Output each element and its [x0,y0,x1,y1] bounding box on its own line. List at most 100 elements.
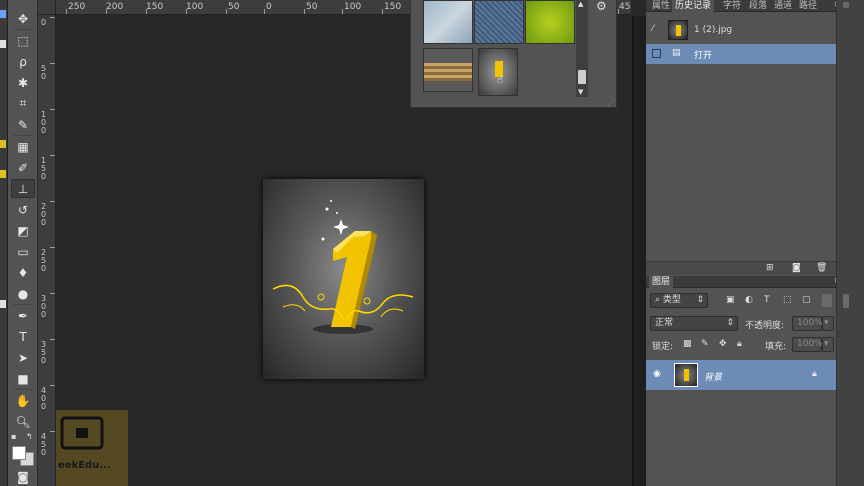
delete-state-icon[interactable]: 🗑︎ [816,263,827,273]
healing-brush-tool-icon[interactable]: ▦ [11,137,35,156]
history-list: ⁄ 1 (2).jpg ▤ 打开 [646,13,836,261]
hand-tool-icon[interactable]: ✋ [11,391,35,410]
ruler-label: 0 [40,18,47,27]
ruler-corner [38,0,56,15]
default-colors-icon[interactable]: ▪ [11,432,16,441]
history-snapshot[interactable]: ⁄ 1 (2).jpg [646,17,836,43]
history-step-checkbox[interactable] [652,49,661,58]
filter-type-icon[interactable]: T [764,295,770,305]
swap-colors-icon[interactable]: ↰ [26,432,33,441]
ruler-label: 250 [68,2,86,12]
edge-marker [0,140,6,148]
texture-thumbnail[interactable] [423,0,473,44]
lock-transparent-icon[interactable]: ▩ [683,339,692,349]
tool-separator [13,135,33,136]
eye-icon[interactable]: ◉ [653,369,661,379]
blend-mode-value: 正常 [655,318,674,328]
watermark-screen-icon [60,416,104,450]
scroll-down-icon[interactable]: ▼ [578,88,583,96]
document-icon: ▤ [672,48,681,58]
history-brush-source-icon[interactable]: ⁄ [652,24,654,34]
canvas-vertical-scrollbar[interactable] [632,16,646,486]
new-document-from-state-icon[interactable]: ⊞ [766,263,774,273]
clone-stamp-tool-icon[interactable]: ⊥ [11,179,35,198]
lock-pixels-icon[interactable]: ✎ [701,339,709,349]
ruler-label: 3 0 0 [40,294,47,319]
dock-collapse-icon[interactable] [843,2,849,8]
ruler-label: 2 5 0 [40,248,47,273]
move-tool-icon[interactable]: ✥ [11,9,35,28]
ruler-label: 0 [266,2,272,12]
pen-tool-icon[interactable]: ✒ [11,306,35,325]
lock-all-icon[interactable]: 🔒︎ [737,339,742,349]
history-panel-tabs: 属性 历史记录 字符 段落 通道 路径 ≡ [646,0,842,12]
layer-filter-select[interactable]: ⌕ 类型 ⇕ [650,293,708,308]
history-step[interactable]: ▤ 打开 [646,44,836,64]
layer-row-background[interactable]: ◉ 背景 🔒︎ [646,360,836,390]
tab-channels[interactable]: 通道 [771,0,795,12]
crop-tool-icon[interactable]: ⌗ [11,94,35,113]
marquee-tool-icon[interactable]: ⬚ [11,31,35,50]
photoshop-window: ✥ ⬚ ρ ✱ ⌗ ✎ ▦ ✐ ⊥ ↺ ◩ ▭ ♦ ● ✒ T ➤ ■ ✋ 🔍︎… [0,0,864,486]
eyedropper-tool-icon[interactable]: ✎ [11,115,35,134]
quick-mask-icon[interactable]: ◙ [11,470,35,484]
fill-dropdown-icon[interactable]: ▾ [822,337,834,352]
gear-icon[interactable]: ⚙ [596,0,607,13]
ruler-label: 2 0 0 [40,202,47,227]
filter-smart-object-icon[interactable]: ▢ [802,295,811,305]
filter-pixel-icon[interactable]: ▣ [726,295,735,305]
scroll-up-icon[interactable]: ▲ [578,0,583,8]
dodge-tool-icon[interactable]: ● [11,284,35,303]
scroll-thumb[interactable] [578,70,586,84]
zoom-tool-icon[interactable]: 🔍︎ [11,412,35,431]
tab-paragraph[interactable]: 段落 [746,0,770,12]
texture-thumbnail[interactable] [474,0,524,44]
brush-tool-icon[interactable]: ✐ [11,158,35,177]
tab-character[interactable]: 字符 [720,0,744,12]
foreground-color-swatch[interactable] [12,446,26,460]
history-brush-tool-icon[interactable]: ↺ [11,200,35,219]
tab-properties[interactable]: 属性 [649,0,673,12]
new-snapshot-icon[interactable]: ◙ [792,263,801,273]
ruler-label: 50 [306,2,318,12]
type-tool-icon[interactable]: T [11,327,35,346]
texture-scrollbar[interactable]: ▲ ▼ [576,0,588,97]
layers-panel: 图层 ≡ ⌕ 类型 ⇕ ▣ ◐ T ⬚ ▢ 正常 ⇕ 不透明度: 100% ▾ … [646,276,842,486]
ruler-label: 4 5 0 [40,432,47,457]
ruler-label: 150 [146,2,164,12]
filter-toggle-switch[interactable] [822,294,832,307]
blend-mode-select[interactable]: 正常 ⇕ [650,316,738,331]
eraser-tool-icon[interactable]: ◩ [11,221,35,240]
filter-shape-icon[interactable]: ⬚ [783,295,792,305]
magic-wand-tool-icon[interactable]: ✱ [11,73,35,92]
history-step-label: 打开 [694,51,713,61]
document-image[interactable] [263,179,424,379]
rectangle-tool-icon[interactable]: ■ [11,369,35,388]
dock-slot[interactable] [843,294,849,308]
ruler-label: 4 0 0 [40,386,47,411]
tab-layers[interactable]: 图层 [649,276,674,288]
lock-position-icon[interactable]: ✥ [719,339,727,349]
tab-history[interactable]: 历史记录 [672,0,715,12]
texture-thumbnail[interactable] [525,0,575,44]
path-selection-tool-icon[interactable]: ➤ [11,348,35,367]
blur-tool-icon[interactable]: ♦ [11,263,35,282]
lock-icon: 🔒︎ [812,369,817,379]
texture-thumbnail-selected[interactable]: ☝ [478,48,518,96]
opacity-input[interactable]: 100% [792,316,823,331]
gradient-tool-icon[interactable]: ▭ [11,242,35,261]
lasso-tool-icon[interactable]: ρ [11,52,35,71]
fill-label: 填充: [765,342,787,352]
texture-thumbnail[interactable] [423,48,473,92]
fill-input[interactable]: 100% [792,337,823,352]
filter-adjustment-icon[interactable]: ◐ [745,295,753,305]
search-icon: ⌕ [655,295,661,305]
opacity-dropdown-icon[interactable]: ▾ [822,316,834,331]
ruler-label: 1 0 0 [40,110,47,135]
resize-grip-icon[interactable]: ⋰ [607,98,615,107]
lock-label: 锁定: [652,342,674,352]
tab-paths[interactable]: 路径 [796,0,820,12]
watermark-logo: eekEdu... [56,410,128,486]
ruler-label: 1 5 0 [40,156,47,181]
opacity-label: 不透明度: [745,321,785,331]
